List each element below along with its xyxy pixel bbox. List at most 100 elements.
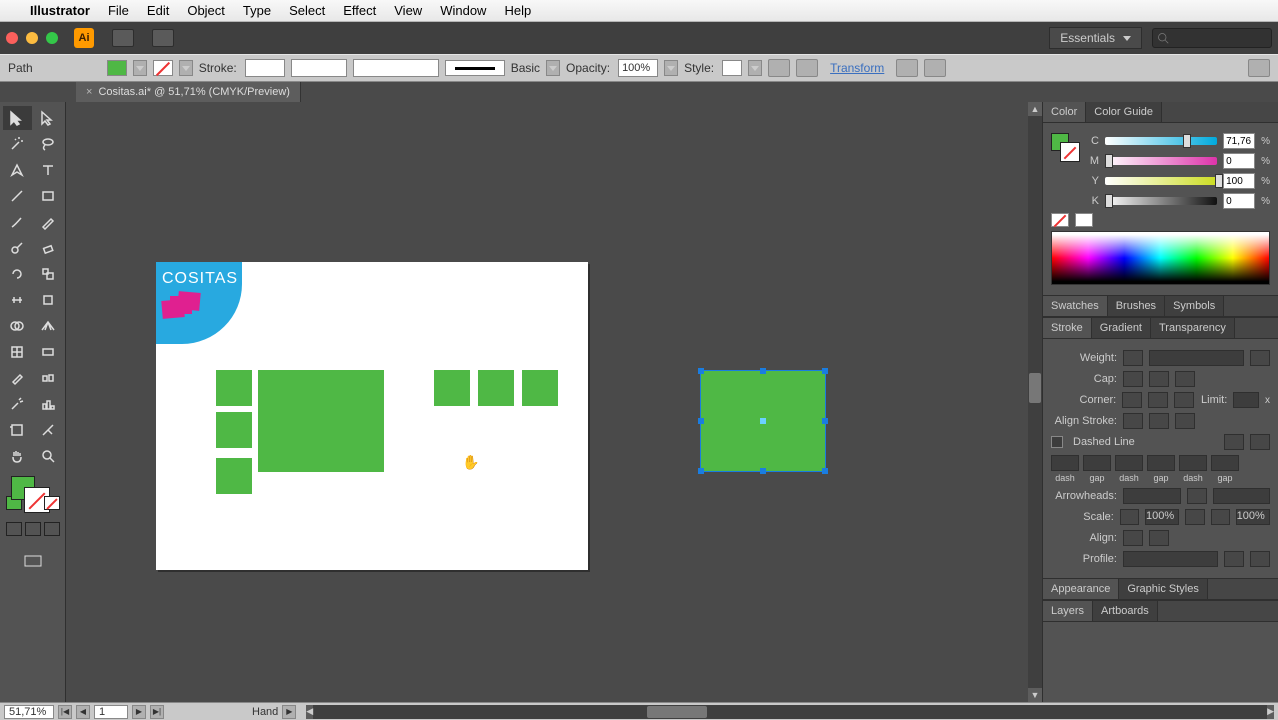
none-mode-icon[interactable] bbox=[44, 496, 60, 510]
screen-mode-button[interactable] bbox=[3, 548, 62, 574]
scale-stepper-b[interactable] bbox=[1211, 509, 1230, 525]
weight-dropdown[interactable] bbox=[1250, 350, 1270, 366]
edit-clip-btn[interactable] bbox=[924, 59, 946, 77]
tab-gradient[interactable]: Gradient bbox=[1092, 318, 1151, 338]
dash2-input[interactable] bbox=[1115, 455, 1143, 471]
m-value-input[interactable]: 0 bbox=[1223, 153, 1255, 169]
tab-layers[interactable]: Layers bbox=[1043, 601, 1093, 621]
y-value-input[interactable]: 100 bbox=[1223, 173, 1255, 189]
stroke-swatch[interactable] bbox=[153, 60, 173, 76]
next-artboard-icon[interactable]: ▶ bbox=[132, 705, 146, 719]
menu-effect[interactable]: Effect bbox=[343, 3, 376, 18]
tab-graphic-styles[interactable]: Graphic Styles bbox=[1119, 579, 1208, 599]
dashed-checkbox[interactable] bbox=[1051, 436, 1063, 448]
tab-transparency[interactable]: Transparency bbox=[1151, 318, 1235, 338]
white-swatch-icon[interactable] bbox=[1075, 213, 1093, 227]
align-outside[interactable] bbox=[1175, 413, 1195, 429]
weight-input[interactable] bbox=[1149, 350, 1244, 366]
window-zoom-icon[interactable] bbox=[46, 32, 58, 44]
workspace-switcher[interactable]: Essentials bbox=[1049, 27, 1142, 49]
first-artboard-icon[interactable]: |◀ bbox=[58, 705, 72, 719]
align-panel-button[interactable] bbox=[796, 59, 818, 77]
m-slider[interactable] bbox=[1105, 154, 1113, 168]
brush-preview[interactable] bbox=[445, 60, 505, 76]
c-value-input[interactable]: 71,76 bbox=[1223, 133, 1255, 149]
rectangle-tool[interactable] bbox=[34, 184, 63, 208]
menu-file[interactable]: File bbox=[108, 3, 129, 18]
artboard-number-input[interactable]: 1 bbox=[94, 705, 128, 719]
k-value-input[interactable]: 0 bbox=[1223, 193, 1255, 209]
type-tool[interactable] bbox=[34, 158, 63, 182]
gap1-input[interactable] bbox=[1083, 455, 1111, 471]
brush-def-input[interactable] bbox=[353, 59, 439, 77]
menu-edit[interactable]: Edit bbox=[147, 3, 169, 18]
tab-symbols[interactable]: Symbols bbox=[1165, 296, 1224, 316]
opacity-dropdown[interactable] bbox=[664, 60, 678, 76]
tab-swatches[interactable]: Swatches bbox=[1043, 296, 1108, 316]
cap-butt[interactable] bbox=[1123, 371, 1143, 387]
scroll-down-icon[interactable]: ▼ bbox=[1028, 688, 1042, 702]
zoom-input[interactable]: 51,71% bbox=[4, 705, 54, 719]
tab-color[interactable]: Color bbox=[1043, 102, 1086, 122]
tab-color-guide[interactable]: Color Guide bbox=[1086, 102, 1162, 122]
profile-flip-y[interactable] bbox=[1250, 551, 1270, 567]
menu-window[interactable]: Window bbox=[440, 3, 486, 18]
c-slider[interactable] bbox=[1183, 134, 1191, 148]
direct-selection-tool[interactable] bbox=[34, 106, 63, 130]
align-inside[interactable] bbox=[1149, 413, 1169, 429]
fill-dropdown[interactable] bbox=[133, 60, 147, 76]
opacity-input[interactable]: 100% bbox=[618, 59, 658, 77]
draw-inside-icon[interactable] bbox=[44, 522, 60, 536]
paintbrush-tool[interactable] bbox=[3, 210, 32, 234]
tab-artboards[interactable]: Artboards bbox=[1093, 601, 1158, 621]
arrow-align-a[interactable] bbox=[1123, 530, 1143, 546]
dash-align-b[interactable] bbox=[1250, 434, 1270, 450]
none-swatch-icon[interactable] bbox=[1051, 213, 1069, 227]
gap3-input[interactable] bbox=[1211, 455, 1239, 471]
scale-tool[interactable] bbox=[34, 262, 63, 286]
dash-align-a[interactable] bbox=[1224, 434, 1244, 450]
scale-b-input[interactable]: 100% bbox=[1236, 509, 1270, 525]
recolor-button[interactable] bbox=[768, 59, 790, 77]
brush-dropdown[interactable] bbox=[546, 60, 560, 76]
magic-wand-tool[interactable] bbox=[3, 132, 32, 156]
rotate-tool[interactable] bbox=[3, 262, 32, 286]
zoom-tool[interactable] bbox=[34, 444, 63, 468]
menu-object[interactable]: Object bbox=[187, 3, 225, 18]
blend-tool[interactable] bbox=[34, 366, 63, 390]
corner-round[interactable] bbox=[1148, 392, 1168, 408]
stroke-dropdown[interactable] bbox=[179, 60, 193, 76]
shape-builder-tool[interactable] bbox=[3, 314, 32, 338]
corner-miter[interactable] bbox=[1122, 392, 1142, 408]
slice-tool[interactable] bbox=[34, 418, 63, 442]
artboard-tool[interactable] bbox=[3, 418, 32, 442]
draw-behind-icon[interactable] bbox=[25, 522, 41, 536]
doc-new-icon[interactable] bbox=[112, 29, 134, 47]
hand-tool[interactable] bbox=[3, 444, 32, 468]
control-menu-icon[interactable] bbox=[1248, 59, 1270, 77]
y-slider[interactable] bbox=[1215, 174, 1223, 188]
search-input[interactable] bbox=[1152, 28, 1272, 48]
arrow-end[interactable] bbox=[1213, 488, 1271, 504]
menu-view[interactable]: View bbox=[394, 3, 422, 18]
window-close-icon[interactable] bbox=[6, 32, 18, 44]
weight-stepper[interactable] bbox=[1123, 350, 1143, 366]
line-tool[interactable] bbox=[3, 184, 32, 208]
status-menu-icon[interactable]: ▶ bbox=[282, 705, 296, 719]
tab-appearance[interactable]: Appearance bbox=[1043, 579, 1119, 599]
symbol-sprayer-tool[interactable] bbox=[3, 392, 32, 416]
mesh-tool[interactable] bbox=[3, 340, 32, 364]
fill-swatch[interactable] bbox=[107, 60, 127, 76]
arrow-swap-icon[interactable] bbox=[1187, 488, 1207, 504]
prev-artboard-icon[interactable]: ◀ bbox=[76, 705, 90, 719]
align-center[interactable] bbox=[1123, 413, 1143, 429]
canvas[interactable]: COSITAS ✋ ▲ ▼ bbox=[66, 102, 1042, 702]
isolate-btn[interactable] bbox=[896, 59, 918, 77]
blob-brush-tool[interactable] bbox=[3, 236, 32, 260]
style-dropdown[interactable] bbox=[748, 60, 762, 76]
perspective-grid-tool[interactable] bbox=[34, 314, 63, 338]
width-tool[interactable] bbox=[3, 288, 32, 312]
free-transform-tool[interactable] bbox=[34, 288, 63, 312]
arrow-start[interactable] bbox=[1123, 488, 1181, 504]
vertical-scrollbar[interactable]: ▲ ▼ bbox=[1028, 102, 1042, 702]
